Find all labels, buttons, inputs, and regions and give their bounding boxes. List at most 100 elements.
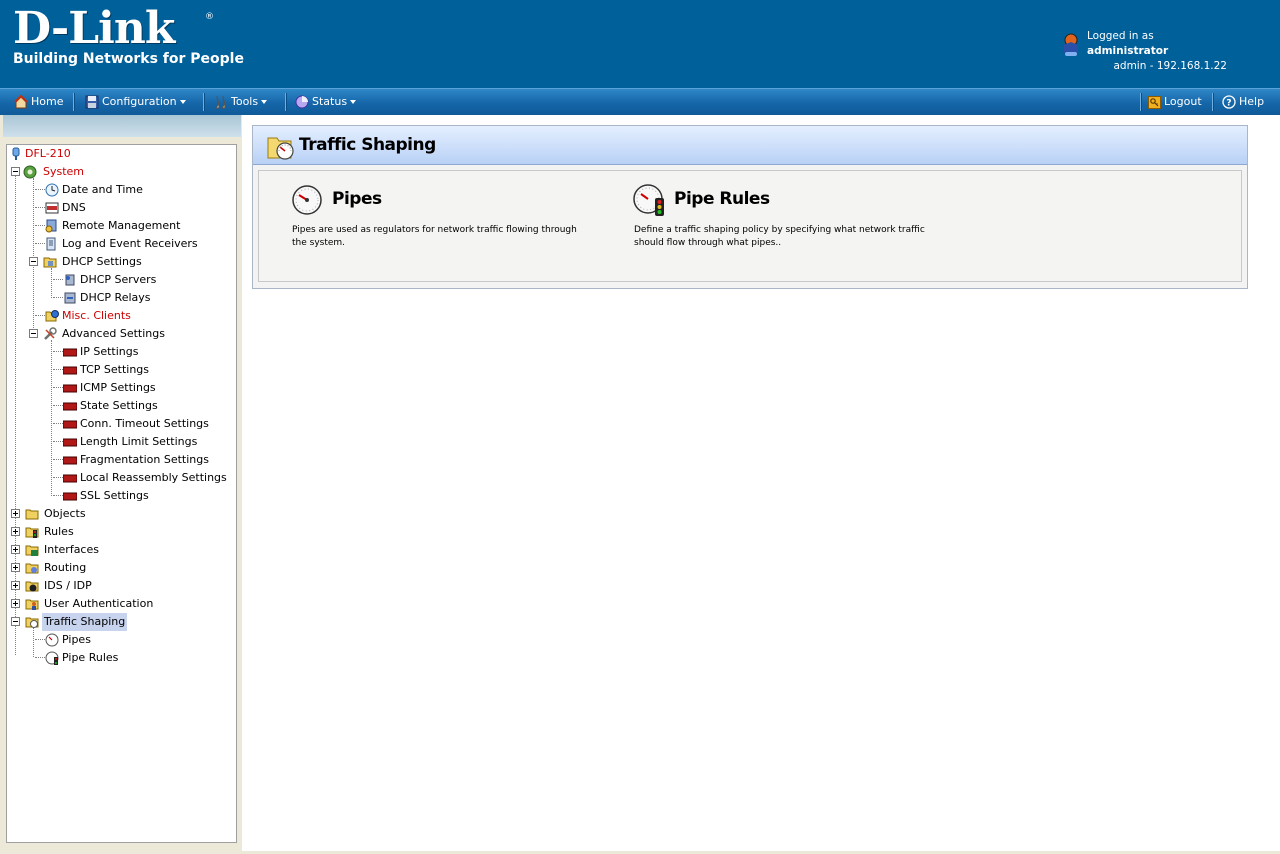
collapse-icon[interactable] — [11, 167, 20, 176]
tree-connector — [53, 369, 63, 370]
chevron-down-icon — [261, 100, 268, 104]
collapse-icon[interactable] — [29, 257, 38, 266]
rules-folder-icon — [25, 527, 39, 538]
menu-status-label: Status — [312, 95, 348, 108]
panel-title: Traffic Shaping — [299, 135, 436, 155]
collapse-icon[interactable] — [29, 329, 38, 338]
ids-folder-icon — [25, 581, 39, 592]
tree-connector — [53, 459, 63, 460]
tree-label: Local Reassembly Settings — [80, 471, 227, 484]
expand-icon[interactable] — [11, 599, 20, 608]
pipes-link[interactable]: Pipes — [332, 189, 382, 209]
tree-connector — [53, 495, 63, 496]
tree-connector — [53, 441, 63, 442]
tree-connector — [35, 657, 45, 658]
interfaces-folder-icon — [25, 545, 39, 556]
settings-tag-icon — [63, 384, 77, 393]
user-icon — [1064, 33, 1078, 56]
pipe-rules-link[interactable]: Pipe Rules — [674, 189, 770, 209]
login-info: Logged in as administrator admin - 192.1… — [1087, 29, 1227, 74]
tree-label: Interfaces — [44, 543, 99, 556]
tree-connector — [35, 189, 45, 190]
menu-tools[interactable]: Tools — [214, 89, 268, 115]
tree-label: IP Settings — [80, 345, 139, 358]
tree-connector — [53, 351, 63, 352]
menu-logout[interactable]: Logout — [1148, 89, 1202, 115]
dns-icon — [45, 202, 59, 214]
menu-home[interactable]: Home — [14, 89, 63, 115]
wrench-icon — [44, 327, 57, 340]
tree-label: Remote Management — [62, 219, 181, 232]
tree-label: Objects — [44, 507, 86, 520]
menu-home-label: Home — [31, 95, 64, 108]
globe-folder-icon — [45, 310, 59, 322]
navigation-panel: DFL-210 System Date and Time DNS Remote … — [0, 115, 242, 854]
menu-logout-label: Logout — [1164, 95, 1202, 108]
tree-label: Conn. Timeout Settings — [80, 417, 209, 430]
tree-label: Routing — [44, 561, 87, 574]
expand-icon[interactable] — [11, 581, 20, 590]
menu-divider — [73, 93, 75, 111]
tree-label: User Authentication — [44, 597, 154, 610]
panel-title-bar: Traffic Shaping — [253, 126, 1247, 165]
menu-help[interactable]: ? Help — [1222, 89, 1264, 115]
routing-folder-icon — [25, 563, 39, 574]
tree-connector — [35, 225, 45, 226]
tree-connector — [51, 340, 52, 496]
relay-icon — [64, 292, 76, 304]
settings-tag-icon — [63, 366, 77, 375]
menu-divider — [1212, 93, 1214, 111]
expand-icon[interactable] — [11, 527, 20, 536]
dlink-logo: D-Link ® Building Networks for People — [13, 6, 244, 68]
tree-label: Traffic Shaping — [42, 613, 128, 631]
gauge-traffic-light-icon — [45, 651, 59, 665]
tree-connector — [53, 477, 63, 478]
save-disk-icon — [85, 95, 99, 109]
server-icon — [65, 274, 75, 286]
dhcp-settings-icon — [43, 257, 57, 268]
navigation-tree: DFL-210 System Date and Time DNS Remote … — [6, 144, 237, 843]
tree-connector — [53, 279, 63, 280]
tree-connector — [53, 423, 63, 424]
expand-icon[interactable] — [11, 545, 20, 554]
settings-tag-icon — [63, 438, 77, 447]
menu-configuration[interactable]: Configuration — [85, 89, 186, 115]
settings-tag-icon — [63, 402, 77, 411]
menu-bar: Home Configuration Tools Status Logout ?… — [0, 88, 1280, 115]
traffic-shaping-panel: Traffic Shaping Pipes Pipes are used as … — [252, 125, 1248, 289]
tree-label: TCP Settings — [80, 363, 150, 376]
pipe-rules-description: Define a traffic shaping policy by speci… — [634, 225, 925, 248]
tree-label: DHCP Settings — [62, 255, 142, 268]
pipe-rules-gauge-icon[interactable] — [633, 184, 667, 218]
traffic-shaping-folder-icon — [25, 617, 39, 628]
menu-configuration-label: Configuration — [102, 95, 177, 108]
expand-icon[interactable] — [11, 563, 20, 572]
home-icon — [14, 95, 28, 109]
expand-icon[interactable] — [11, 509, 20, 518]
header-bar: D-Link ® Building Networks for People Lo… — [0, 0, 1280, 88]
tree-connector — [53, 405, 63, 406]
tree-connector — [35, 207, 45, 208]
tree-connector — [51, 268, 52, 298]
login-prefix: Logged in as — [1087, 30, 1154, 42]
menu-help-label: Help — [1239, 95, 1265, 108]
tree-label: ICMP Settings — [80, 381, 156, 394]
login-detail: admin - 192.168.1.22 — [1113, 60, 1227, 72]
device-icon — [12, 147, 20, 160]
tools-icon — [215, 95, 226, 109]
pipes-description: Pipes are used as regulators for network… — [292, 225, 577, 248]
pipes-gauge-icon[interactable] — [291, 184, 323, 216]
menu-status[interactable]: Status — [295, 89, 357, 115]
tree-label: DNS — [62, 201, 86, 214]
settings-tag-icon — [63, 348, 77, 357]
tree-connector — [35, 639, 45, 640]
chevron-down-icon — [350, 100, 357, 104]
traffic-shaping-folder-icon — [267, 137, 294, 160]
tree-label: Log and Event Receivers — [62, 237, 198, 250]
tree-label: DHCP Relays — [80, 291, 151, 304]
tree-label: Pipes — [62, 633, 91, 646]
help-icon: ? — [1222, 95, 1236, 109]
folder-icon — [25, 509, 39, 520]
menu-divider — [285, 93, 287, 111]
collapse-icon[interactable] — [11, 617, 20, 626]
